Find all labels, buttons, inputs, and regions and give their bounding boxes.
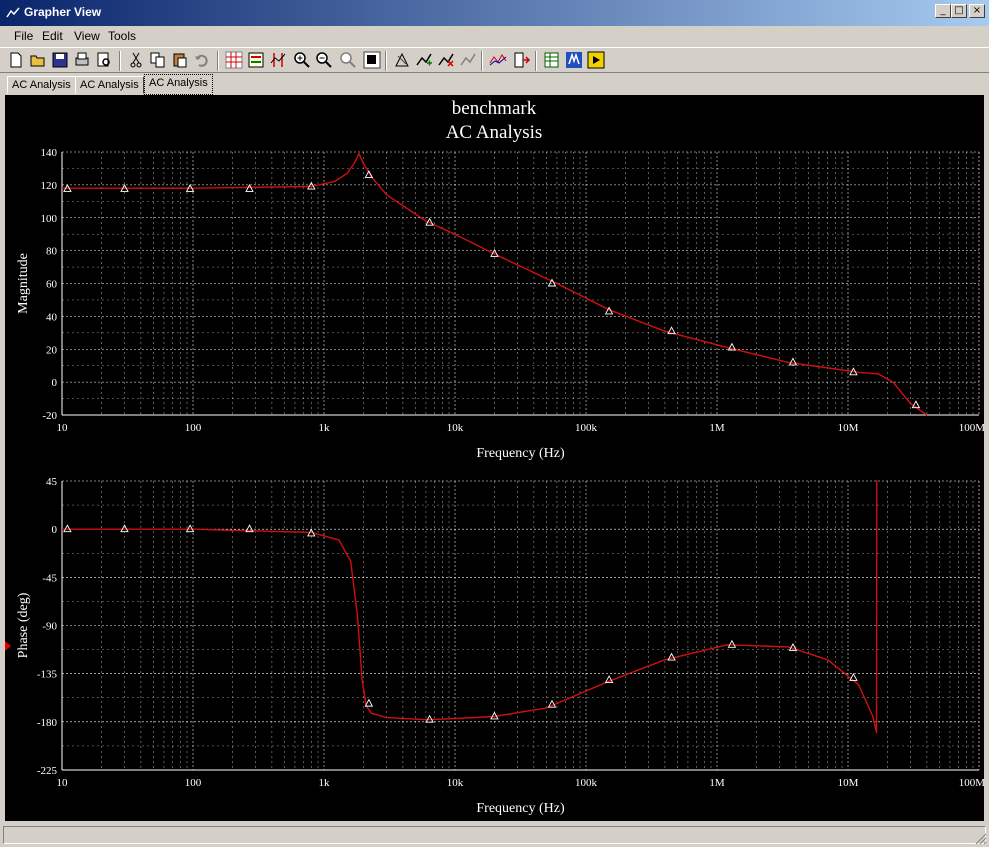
- data-point-marker: [185, 524, 195, 533]
- y-tick-label: 140: [41, 147, 58, 159]
- plot-canvas[interactable]: benchmark AC Analysis -20020406080100120…: [5, 95, 985, 821]
- undo-icon[interactable]: [193, 51, 211, 69]
- y-tick-label: 60: [46, 279, 58, 291]
- export-icon[interactable]: [513, 51, 531, 69]
- save-icon[interactable]: [51, 51, 69, 69]
- toolbar-separator: [385, 51, 387, 71]
- x-tick-label: 10M: [838, 777, 859, 789]
- y-tick-label: 45: [46, 476, 58, 488]
- toolbar-separator: [481, 51, 483, 71]
- x-tick-label: 100: [185, 777, 202, 789]
- menu-view[interactable]: View: [74, 29, 100, 43]
- y-tick-label: 0: [52, 377, 58, 389]
- graph-area: benchmark AC Analysis -20 0 20 40 60 80 100 120…: [5, 95, 985, 821]
- excel-export-icon[interactable]: [543, 51, 561, 69]
- tab-ac-analysis-2[interactable]: AC Analysis: [75, 76, 144, 94]
- data-point-marker: [727, 639, 737, 648]
- labview-icon[interactable]: [587, 51, 605, 69]
- chart-subtitle: AC Analysis: [446, 122, 543, 143]
- minimize-button[interactable]: _: [935, 4, 951, 18]
- y-tick-label: 120: [41, 180, 58, 192]
- zoom-out-icon[interactable]: [315, 51, 333, 69]
- zoom-full-icon[interactable]: [339, 51, 357, 69]
- x-tick-label: 10: [57, 777, 69, 789]
- tab-ac-analysis-1[interactable]: AC Analysis: [7, 76, 76, 94]
- x-tick-label: 10k: [447, 422, 464, 434]
- maximize-button[interactable]: □: [951, 4, 967, 18]
- tab-ac-analysis-3[interactable]: AC Analysis: [144, 74, 213, 95]
- menu-edit[interactable]: Edit: [42, 29, 63, 43]
- legend-icon[interactable]: [247, 51, 265, 69]
- title-bar: Grapher View _ □ ×: [0, 0, 989, 26]
- series-line: [62, 480, 878, 734]
- x-tick-label: 10: [57, 422, 69, 434]
- new-icon[interactable]: [7, 51, 25, 69]
- cut-icon[interactable]: [127, 51, 145, 69]
- close-button[interactable]: ×: [969, 4, 985, 18]
- select-marks-icon[interactable]: [393, 51, 411, 69]
- toolbar-separator: [217, 51, 219, 71]
- y-axis-label: Magnitude: [16, 253, 31, 314]
- y-axis-label: Phase (deg): [16, 592, 31, 658]
- x-tick-label: 1k: [319, 422, 331, 434]
- toolbar-separator: [535, 51, 537, 71]
- x-tick-label: 100M: [959, 422, 984, 434]
- x-tick-label: 100k: [575, 422, 598, 434]
- y-tick-label: -20: [42, 410, 57, 422]
- data-point-marker: [63, 524, 72, 533]
- cursors-icon[interactable]: [269, 51, 287, 69]
- print-icon[interactable]: [73, 51, 91, 69]
- grid-icon[interactable]: [225, 51, 243, 69]
- chart-title: benchmark: [452, 98, 537, 119]
- menu-tools[interactable]: Tools: [108, 29, 136, 43]
- y-tick-label: -90: [42, 621, 57, 633]
- window-title: Grapher View: [24, 5, 102, 19]
- print-preview-icon[interactable]: [95, 51, 113, 69]
- zoom-in-icon[interactable]: [293, 51, 311, 69]
- status-panel: [3, 826, 986, 844]
- grapher-app-icon: [6, 7, 20, 18]
- y-tick-label: 100: [41, 213, 58, 225]
- phase-chart: -225 -180 -135 -90 -45 0 45 10 100 1k 10k 100k 1M 10M…: [16, 476, 985, 816]
- properties-icon[interactable]: [459, 51, 477, 69]
- y-tick-label: -225: [37, 765, 58, 777]
- toolbar: [0, 47, 989, 73]
- reverse-colors-icon[interactable]: [363, 51, 381, 69]
- x-axis-label: Frequency (Hz): [476, 446, 565, 461]
- x-tick-label: 10k: [447, 777, 464, 789]
- y-tick-label: 40: [46, 311, 58, 323]
- x-tick-label: 1k: [319, 777, 331, 789]
- y-tick-label: -135: [37, 669, 58, 681]
- mathcad-icon[interactable]: [565, 51, 583, 69]
- cursor-marker-icon[interactable]: [5, 641, 11, 651]
- y-tick-label: 20: [46, 344, 58, 356]
- resize-grip-icon[interactable]: [975, 833, 987, 845]
- remove-trace-icon[interactable]: [437, 51, 455, 69]
- x-axis-label: Frequency (Hz): [476, 801, 565, 816]
- x-tick-label: 100k: [575, 777, 598, 789]
- x-tick-label: 100M: [959, 777, 984, 789]
- toolbar-separator: [119, 51, 121, 71]
- menu-file[interactable]: File: [14, 29, 33, 43]
- x-tick-label: 10M: [838, 422, 859, 434]
- data-point-marker: [849, 672, 858, 681]
- open-icon[interactable]: [29, 51, 47, 69]
- menu-bar: File Edit View Tools: [0, 26, 989, 46]
- y-tick-label: 0: [52, 524, 58, 536]
- x-tick-label: 100: [185, 422, 202, 434]
- y-tick-label: -45: [42, 572, 57, 584]
- add-trace-icon[interactable]: [415, 51, 433, 69]
- x-tick-label: 1M: [709, 777, 725, 789]
- x-tick-label: 1M: [709, 422, 725, 434]
- data-point-marker: [245, 184, 254, 192]
- overlay-icon[interactable]: [489, 51, 507, 69]
- paste-icon[interactable]: [171, 51, 189, 69]
- y-tick-label: -180: [37, 717, 58, 729]
- y-tick-label: 80: [46, 246, 58, 258]
- copy-icon[interactable]: [149, 51, 167, 69]
- status-bar: [0, 823, 989, 847]
- magnitude-chart: -20 0 20 40 60 80 100 120 140 10 100 1k 10k 100k 1M 10M…: [16, 147, 985, 461]
- tab-strip: AC Analysis AC Analysis AC Analysis: [0, 73, 989, 95]
